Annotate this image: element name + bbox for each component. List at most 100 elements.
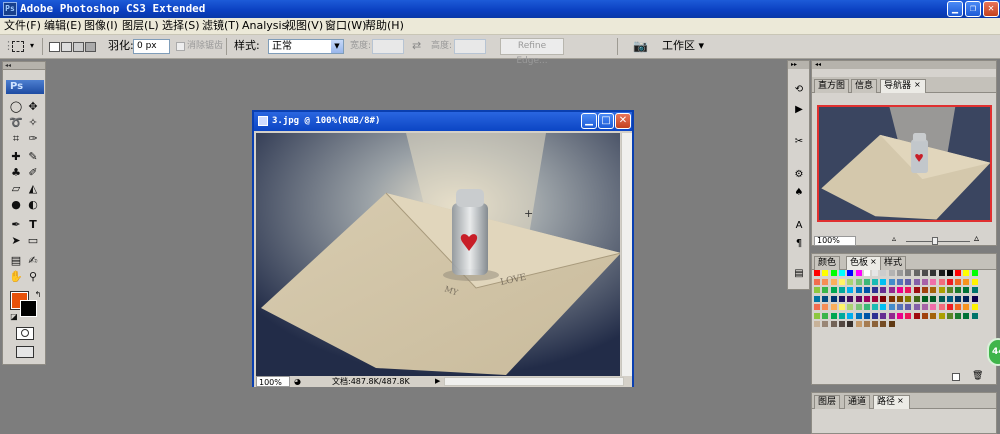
swatch[interactable] [897,304,904,311]
swatch[interactable] [814,295,821,303]
swatch[interactable] [847,278,855,286]
swatch[interactable] [888,270,896,277]
swatch[interactable] [955,270,963,277]
swatch[interactable] [930,287,938,294]
paragraph-panel-icon[interactable]: ¶ [792,237,806,250]
swatch[interactable] [963,278,971,286]
swatch[interactable] [888,295,896,303]
swatch[interactable] [938,295,946,303]
character-panel-icon[interactable]: A [792,219,806,232]
tab-color[interactable]: 颜色 [814,256,841,270]
swatch[interactable] [897,270,904,277]
swatch[interactable] [963,287,971,294]
swatch[interactable] [880,287,888,294]
navigator-panel-header[interactable]: ◂◂ [812,61,996,69]
quick-mask-icon[interactable] [16,327,34,340]
swatch[interactable] [971,295,979,303]
preset-dropdown-icon[interactable]: ▾ [30,35,34,57]
swatch[interactable] [822,270,830,277]
workspace-button[interactable]: 工作区 ▾ [662,35,704,57]
menu-file[interactable]: 文件(F) [4,18,41,34]
swatch[interactable] [880,278,888,286]
zoom-field[interactable]: 100% [256,376,290,387]
swatch[interactable] [946,304,954,311]
swatch[interactable] [838,270,846,277]
zoom-slider[interactable] [906,241,970,242]
strip-collapse[interactable]: ▸▸ [788,61,809,69]
default-colors-icon[interactable]: ◪ [6,309,22,324]
swatch[interactable] [855,304,863,311]
swatch[interactable] [830,321,838,328]
swatch[interactable] [971,287,979,294]
new-swatch-icon[interactable] [952,373,960,381]
zoom-out-icon[interactable]: ▵ [892,234,896,243]
horizontal-scrollbar[interactable] [444,377,624,386]
swatch[interactable] [930,295,938,303]
swatch[interactable] [921,295,929,303]
menu-window[interactable]: 窗口(W) [325,18,366,34]
swatch[interactable] [921,278,929,286]
shape-tool-icon[interactable]: ▭ [25,233,41,248]
swatch[interactable] [971,312,979,320]
swatch[interactable] [938,270,946,277]
tab-close-icon[interactable]: × [870,257,877,266]
swatch[interactable] [855,270,863,277]
swatch[interactable] [955,287,963,294]
delete-swatch-icon[interactable]: 🗑 [972,371,983,381]
swatch[interactable] [872,304,880,311]
menu-edit[interactable]: 编辑(E) [44,18,82,34]
tab-close-icon[interactable]: × [897,396,904,405]
swatch[interactable] [921,304,929,311]
swatch[interactable] [880,304,888,311]
swatch[interactable] [872,287,880,294]
swatch[interactable] [913,295,921,303]
swatch[interactable] [855,295,863,303]
swatch[interactable] [847,304,855,311]
swap-colors-icon[interactable]: ↰ [30,287,46,302]
swatch[interactable] [863,287,871,294]
swatch[interactable] [963,295,971,303]
actions-panel-icon[interactable]: ▶ [792,103,806,116]
paint-bucket-icon[interactable]: ◭ [25,181,41,196]
swatch[interactable] [814,270,821,277]
swatch[interactable] [897,287,904,294]
bridge-icon[interactable]: 📷 [633,35,648,57]
swatch[interactable] [938,312,946,320]
tab-paths[interactable]: 路径 [873,395,911,409]
swatch[interactable] [838,278,846,286]
swatch[interactable] [822,312,830,320]
swatch[interactable] [921,270,929,277]
swatch[interactable] [822,321,830,328]
swatch[interactable] [930,270,938,277]
swatch[interactable] [855,287,863,294]
clone-stamp-icon[interactable]: ♣ [8,165,24,180]
menu-filter[interactable]: 滤镜(T) [202,18,239,34]
notes-tool-icon[interactable]: ▤ [8,253,24,268]
navigator-preview[interactable] [817,105,992,222]
swatch[interactable] [921,287,929,294]
swatch[interactable] [888,321,896,328]
swatch[interactable] [880,312,888,320]
doc-maximize-button[interactable]: □ [598,113,614,129]
menu-layer[interactable]: 图层(L) [122,18,159,34]
swatch[interactable] [897,278,904,286]
swatch[interactable] [888,287,896,294]
tab-styles[interactable]: 样式 [880,256,907,270]
swatch[interactable] [930,278,938,286]
swatch[interactable] [822,278,830,286]
swatch[interactable] [913,270,921,277]
swatch[interactable] [880,321,888,328]
swatch[interactable] [930,304,938,311]
swatch[interactable] [897,295,904,303]
history-brush-icon[interactable]: ✐ [25,165,41,180]
swatch[interactable] [888,304,896,311]
magic-wand-icon[interactable]: ✧ [25,115,41,130]
swatch[interactable] [814,278,821,286]
add-selection-icon[interactable] [61,42,72,52]
swatch[interactable] [955,278,963,286]
floating-badge[interactable]: 44 [987,338,1000,366]
tab-info[interactable]: 信息 [851,79,878,93]
tab-histogram[interactable]: 直方图 [814,79,850,93]
eraser-tool-icon[interactable]: ▱ [8,181,24,196]
swatch[interactable] [863,312,871,320]
